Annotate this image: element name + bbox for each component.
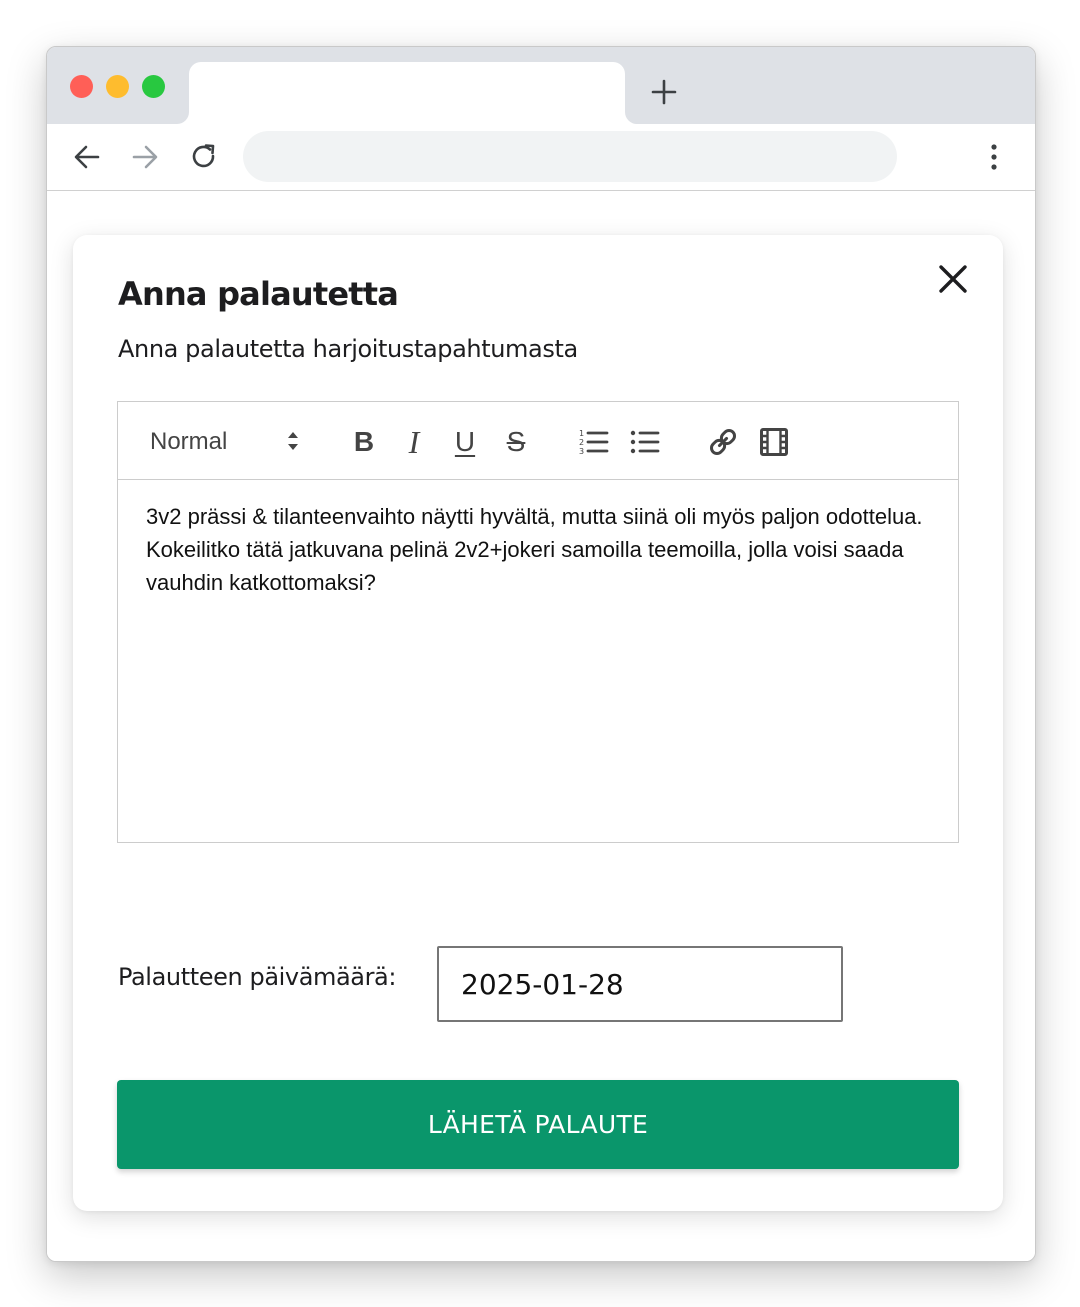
- svg-text:3: 3: [579, 447, 584, 456]
- rich-text-editor: Normal B I U S 1 2 3 3v2 prässi & tilant…: [117, 401, 959, 843]
- editor-toolbar: Normal B I U S 1 2 3: [118, 402, 958, 480]
- link-button[interactable]: [705, 424, 741, 460]
- underline-icon: U: [454, 426, 476, 457]
- video-button[interactable]: [756, 424, 792, 460]
- close-dialog-button[interactable]: [933, 259, 973, 299]
- address-bar[interactable]: [243, 131, 897, 182]
- page-content: Anna palautetta Anna palautetta harjoitu…: [47, 191, 1035, 1261]
- italic-icon: I: [408, 424, 420, 460]
- feedback-text-area[interactable]: 3v2 prässi & tilanteenvaihto näytti hyvä…: [146, 500, 936, 599]
- ordered-list-icon: 1 2 3: [579, 429, 609, 456]
- feedback-date-input[interactable]: [437, 946, 843, 1022]
- strikethrough-button[interactable]: S: [498, 424, 534, 460]
- kebab-menu-icon: [991, 144, 997, 170]
- dialog-title: Anna palautetta: [118, 275, 399, 313]
- svg-text:2: 2: [579, 438, 584, 447]
- new-tab-button[interactable]: [647, 75, 681, 109]
- italic-button[interactable]: I: [396, 424, 432, 460]
- browser-menu-button[interactable]: [977, 140, 1011, 174]
- arrow-right-icon: [132, 145, 158, 169]
- bold-button[interactable]: B: [346, 424, 382, 460]
- link-icon: [709, 428, 737, 456]
- dialog-subtitle: Anna palautetta harjoitustapahtumasta: [118, 335, 578, 363]
- underline-button[interactable]: U: [447, 424, 483, 460]
- forward-button[interactable]: [128, 140, 162, 174]
- select-arrows-icon: [288, 432, 298, 450]
- plus-icon: [651, 79, 677, 105]
- close-icon: [939, 265, 967, 293]
- reload-icon: [192, 144, 215, 168]
- video-icon: [760, 428, 788, 456]
- browser-tab[interactable]: [189, 62, 625, 124]
- text-format-select[interactable]: Normal: [150, 424, 310, 458]
- back-button[interactable]: [70, 140, 104, 174]
- feedback-date-label: Palautteen päivämäärä:: [118, 963, 397, 991]
- arrow-left-icon: [74, 145, 100, 169]
- close-window-button[interactable]: [70, 75, 93, 98]
- bullet-list-button[interactable]: [627, 424, 663, 460]
- tab-strip: [47, 47, 1035, 124]
- bold-icon: B: [353, 426, 375, 457]
- svg-text:1: 1: [579, 429, 584, 438]
- reload-button[interactable]: [187, 140, 221, 174]
- bullet-list-icon: [630, 430, 660, 454]
- submit-feedback-button[interactable]: LÄHETÄ PALAUTE: [117, 1080, 959, 1169]
- strikethrough-icon: S: [506, 426, 526, 457]
- browser-window: Anna palautetta Anna palautetta harjoitu…: [46, 46, 1036, 1262]
- browser-toolbar: [47, 124, 1035, 191]
- feedback-dialog: Anna palautetta Anna palautetta harjoitu…: [73, 235, 1003, 1211]
- text-format-label: Normal: [150, 428, 228, 455]
- maximize-window-button[interactable]: [142, 75, 165, 98]
- ordered-list-button[interactable]: 1 2 3: [576, 424, 612, 460]
- minimize-window-button[interactable]: [106, 75, 129, 98]
